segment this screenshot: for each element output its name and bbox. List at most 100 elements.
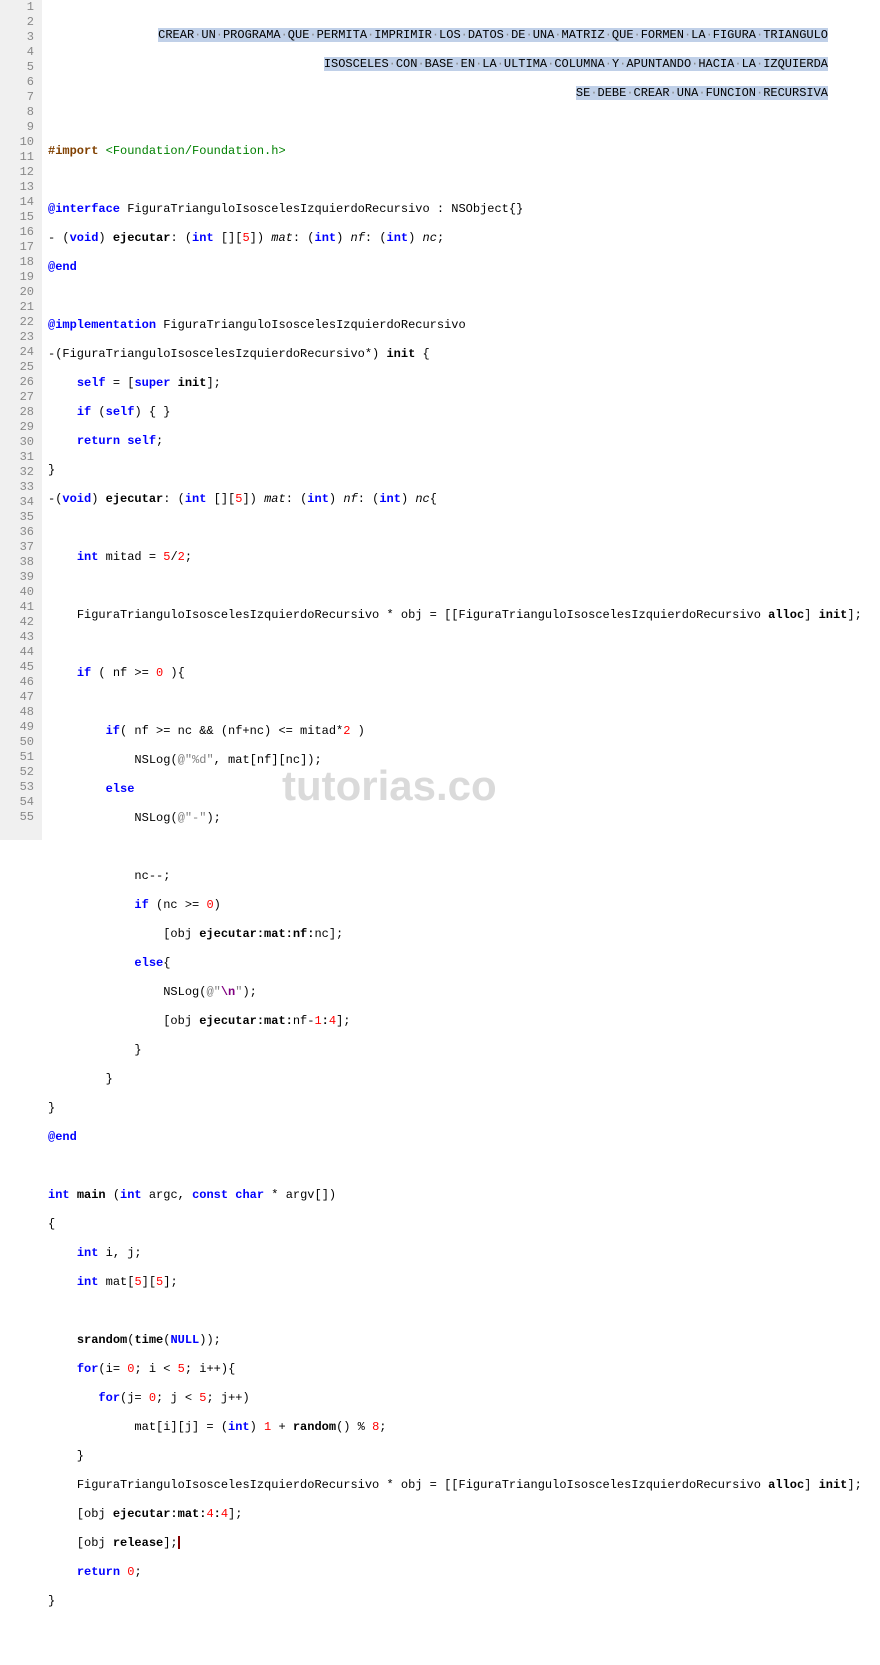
line-number: 6 bbox=[0, 75, 34, 90]
code-line: @end bbox=[48, 1130, 880, 1145]
line-number: 5 bbox=[0, 60, 34, 75]
code-line: NSLog(@"\n"); bbox=[48, 985, 880, 1000]
code-line: } bbox=[48, 1043, 880, 1058]
line-number: 22 bbox=[0, 315, 34, 330]
code-line bbox=[48, 289, 880, 304]
line-number: 12 bbox=[0, 165, 34, 180]
line-number: 55 bbox=[0, 810, 34, 825]
code-line: @end bbox=[48, 260, 880, 275]
code-line: int mitad = 5/2; bbox=[48, 550, 880, 565]
code-line bbox=[48, 173, 880, 188]
code-line: SE·DEBE·CREAR·UNA·FUNCION·RECURSIVA bbox=[48, 86, 880, 101]
code-line: } bbox=[48, 1101, 880, 1116]
code-line: else{ bbox=[48, 956, 880, 971]
code-editor: 1234567891011121314151617181920212223242… bbox=[0, 0, 880, 840]
line-number: 35 bbox=[0, 510, 34, 525]
line-number: 13 bbox=[0, 180, 34, 195]
code-line: @implementation FiguraTrianguloIsosceles… bbox=[48, 318, 880, 333]
line-number: 38 bbox=[0, 555, 34, 570]
line-number: 43 bbox=[0, 630, 34, 645]
code-line: [obj ejecutar:mat:4:4]; bbox=[48, 1507, 880, 1522]
line-number: 28 bbox=[0, 405, 34, 420]
line-number: 51 bbox=[0, 750, 34, 765]
code-line bbox=[48, 840, 880, 855]
code-line: srandom(time(NULL)); bbox=[48, 1333, 880, 1348]
code-line: [obj ejecutar:mat:nf-1:4]; bbox=[48, 1014, 880, 1029]
code-line: if( nf >= nc && (nf+nc) <= mitad*2 ) bbox=[48, 724, 880, 739]
code-line: - (void) ejecutar: (int [][5]) mat: (int… bbox=[48, 231, 880, 246]
text-cursor bbox=[178, 1536, 180, 1549]
line-number: 27 bbox=[0, 390, 34, 405]
line-number: 47 bbox=[0, 690, 34, 705]
code-line: for(j= 0; j < 5; j++) bbox=[48, 1391, 880, 1406]
code-line: { bbox=[48, 1217, 880, 1232]
line-number: 7 bbox=[0, 90, 34, 105]
code-line: int i, j; bbox=[48, 1246, 880, 1261]
code-line bbox=[48, 1159, 880, 1174]
code-line: NSLog(@"-"); bbox=[48, 811, 880, 826]
line-number: 48 bbox=[0, 705, 34, 720]
line-number: 11 bbox=[0, 150, 34, 165]
code-line: FiguraTrianguloIsoscelesIzquierdoRecursi… bbox=[48, 1478, 880, 1493]
line-number: 41 bbox=[0, 600, 34, 615]
code-line: nc--; bbox=[48, 869, 880, 884]
code-line: return 0; bbox=[48, 1565, 880, 1580]
code-line: @interface FiguraTrianguloIsoscelesIzqui… bbox=[48, 202, 880, 217]
code-line: return self; bbox=[48, 434, 880, 449]
line-number: 8 bbox=[0, 105, 34, 120]
line-number: 54 bbox=[0, 795, 34, 810]
code-line: ISOSCELES·CON·BASE·EN·LA·ULTIMA·COLUMNA·… bbox=[48, 57, 880, 72]
line-number: 32 bbox=[0, 465, 34, 480]
code-line: } bbox=[48, 1594, 880, 1609]
code-line: -(FiguraTrianguloIsoscelesIzquierdoRecur… bbox=[48, 347, 880, 362]
line-number: 24 bbox=[0, 345, 34, 360]
line-number: 19 bbox=[0, 270, 34, 285]
code-line: else bbox=[48, 782, 880, 797]
line-number: 42 bbox=[0, 615, 34, 630]
code-line bbox=[48, 637, 880, 652]
code-line: if ( nf >= 0 ){ bbox=[48, 666, 880, 681]
code-line: FiguraTrianguloIsoscelesIzquierdoRecursi… bbox=[48, 608, 880, 623]
line-number: 29 bbox=[0, 420, 34, 435]
line-number: 4 bbox=[0, 45, 34, 60]
line-number: 40 bbox=[0, 585, 34, 600]
line-number: 49 bbox=[0, 720, 34, 735]
code-line bbox=[48, 1304, 880, 1319]
code-line: self = [super init]; bbox=[48, 376, 880, 391]
code-line: [obj ejecutar:mat:nf:nc]; bbox=[48, 927, 880, 942]
line-number: 23 bbox=[0, 330, 34, 345]
line-number: 18 bbox=[0, 255, 34, 270]
line-number: 53 bbox=[0, 780, 34, 795]
line-number: 39 bbox=[0, 570, 34, 585]
line-number-gutter: 1234567891011121314151617181920212223242… bbox=[0, 0, 42, 840]
line-number: 33 bbox=[0, 480, 34, 495]
line-number: 14 bbox=[0, 195, 34, 210]
code-area[interactable]: CREAR·UN·PROGRAMA·QUE·PERMITA·IMPRIMIR·L… bbox=[42, 0, 880, 840]
code-line: if (self) { } bbox=[48, 405, 880, 420]
code-line: mat[i][j] = (int) 1 + random() % 8; bbox=[48, 1420, 880, 1435]
line-number: 15 bbox=[0, 210, 34, 225]
line-number: 31 bbox=[0, 450, 34, 465]
line-number: 17 bbox=[0, 240, 34, 255]
code-line bbox=[48, 579, 880, 594]
line-number: 25 bbox=[0, 360, 34, 375]
code-line bbox=[48, 521, 880, 536]
code-line: } bbox=[48, 463, 880, 478]
code-line: CREAR·UN·PROGRAMA·QUE·PERMITA·IMPRIMIR·L… bbox=[48, 28, 880, 43]
line-number: 2 bbox=[0, 15, 34, 30]
code-line: } bbox=[48, 1449, 880, 1464]
line-number: 3 bbox=[0, 30, 34, 45]
code-line bbox=[48, 695, 880, 710]
line-number: 52 bbox=[0, 765, 34, 780]
code-line: int main (int argc, const char * argv[]) bbox=[48, 1188, 880, 1203]
code-line: NSLog(@"%d", mat[nf][nc]); bbox=[48, 753, 880, 768]
line-number: 45 bbox=[0, 660, 34, 675]
comment-text: SE·DEBE·CREAR·UNA·FUNCION·RECURSIVA bbox=[576, 86, 828, 100]
line-number: 10 bbox=[0, 135, 34, 150]
code-line: if (nc >= 0) bbox=[48, 898, 880, 913]
comment-text: ISOSCELES·CON·BASE·EN·LA·ULTIMA·COLUMNA·… bbox=[324, 57, 828, 71]
line-number: 21 bbox=[0, 300, 34, 315]
code-line: int mat[5][5]; bbox=[48, 1275, 880, 1290]
code-line: #import <Foundation/Foundation.h> bbox=[48, 144, 880, 159]
line-number: 20 bbox=[0, 285, 34, 300]
